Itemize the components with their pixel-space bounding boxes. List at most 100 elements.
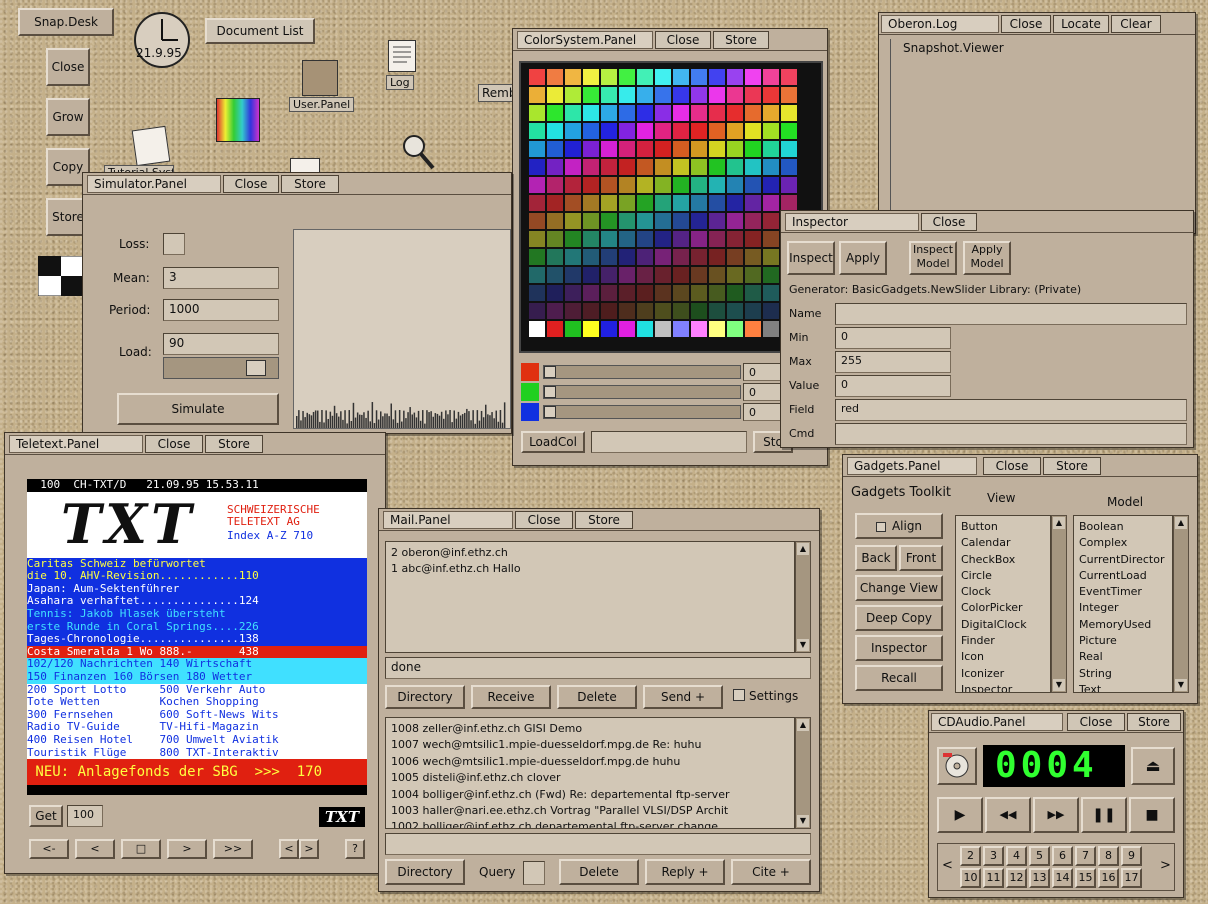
palette-color-cell[interactable] (619, 213, 635, 229)
palette-color-cell[interactable] (529, 87, 545, 103)
mail-cite-button[interactable]: Cite + (731, 859, 811, 885)
simulator-title[interactable]: Simulator.Panel (87, 175, 221, 193)
palette-color-cell[interactable] (565, 69, 581, 85)
mail-folder-item[interactable]: 2 oberon@inf.ethz.ch (391, 545, 789, 561)
palette-color-cell[interactable] (547, 285, 563, 301)
scroll-down-icon[interactable]: ▼ (1053, 679, 1065, 691)
snap-desk-button[interactable]: Snap.Desk (18, 8, 114, 36)
palette-color-cell[interactable] (763, 195, 779, 211)
scroll-up-icon[interactable]: ▲ (1175, 517, 1187, 529)
palette-color-cell[interactable] (655, 249, 671, 265)
mail-directory2-button[interactable]: Directory (385, 859, 465, 885)
palette-color-cell[interactable] (547, 303, 563, 319)
palette-color-cell[interactable] (583, 249, 599, 265)
palette-color-cell[interactable] (601, 231, 617, 247)
teletext-line[interactable]: Costa Smeralda 1 Wo 888.- 438 (27, 645, 367, 659)
palette-color-cell[interactable] (673, 87, 689, 103)
colorsystem-close-button[interactable]: Close (655, 31, 711, 49)
palette-color-cell[interactable] (727, 213, 743, 229)
cdaudio-close-button[interactable]: Close (1067, 713, 1125, 731)
palette-color-cell[interactable] (565, 321, 581, 337)
palette-color-cell[interactable] (745, 141, 761, 157)
cd-track-button[interactable]: 3 (983, 846, 1004, 866)
palette-color-cell[interactable] (529, 321, 545, 337)
palette-color-cell[interactable] (745, 123, 761, 139)
cd-track-prev[interactable]: < (942, 858, 953, 873)
mail-folder-list[interactable]: 2 oberon@inf.ethz.ch 1 abc@inf.ethz.ch H… (385, 541, 795, 653)
palette-color-cell[interactable] (691, 321, 707, 337)
palette-color-cell[interactable] (763, 105, 779, 121)
simulator-store-button[interactable]: Store (281, 175, 339, 193)
palette-color-cell[interactable] (781, 195, 797, 211)
blue-slider-thumb[interactable] (544, 406, 556, 418)
palette-color-cell[interactable] (727, 303, 743, 319)
palette-color-cell[interactable] (763, 87, 779, 103)
palette-color-cell[interactable] (673, 141, 689, 157)
palette-color-cell[interactable] (547, 249, 563, 265)
teletext-line[interactable]: 102/120 Nachrichten 140 Wirtschaft (27, 658, 367, 671)
palette-color-cell[interactable] (583, 267, 599, 283)
palette-color-cell[interactable] (601, 159, 617, 175)
palette-color-cell[interactable] (763, 213, 779, 229)
mail-message-item[interactable]: 1005 disteli@inf.ethz.ch clover (391, 770, 789, 786)
palette-color-cell[interactable] (637, 213, 653, 229)
user-panel-label[interactable]: User.Panel (289, 97, 355, 112)
cd-track-button[interactable]: 11 (983, 868, 1004, 888)
palette-color-cell[interactable] (637, 249, 653, 265)
palette-color-cell[interactable] (691, 87, 707, 103)
palette-color-cell[interactable] (565, 87, 581, 103)
cd-track-button[interactable]: 12 (1006, 868, 1027, 888)
gadgets-inspector-button[interactable]: Inspector (855, 635, 943, 661)
palette-color-cell[interactable] (565, 267, 581, 283)
palette-color-cell[interactable] (547, 321, 563, 337)
palette-color-cell[interactable] (637, 195, 653, 211)
cd-eject-button[interactable]: ⏏ (1131, 747, 1175, 785)
palette-color-cell[interactable] (601, 69, 617, 85)
palette-color-cell[interactable] (673, 267, 689, 283)
palette-color-cell[interactable] (601, 285, 617, 301)
palette-color-cell[interactable] (583, 231, 599, 247)
mail-reply-button[interactable]: Reply + (645, 859, 725, 885)
cd-track-button[interactable]: 8 (1098, 846, 1119, 866)
palette-color-cell[interactable] (691, 123, 707, 139)
red-slider[interactable] (543, 365, 741, 379)
scroll-up-icon[interactable]: ▲ (1053, 517, 1065, 529)
palette-color-cell[interactable] (673, 69, 689, 85)
palette-color-cell[interactable] (691, 285, 707, 301)
palette-color-cell[interactable] (691, 69, 707, 85)
palette-color-cell[interactable] (763, 159, 779, 175)
palette-color-cell[interactable] (565, 105, 581, 121)
teletext-last-button[interactable]: >> (213, 839, 253, 859)
palette-color-cell[interactable] (709, 87, 725, 103)
teletext-line[interactable]: Tages-Chronologie...............138 (27, 633, 367, 646)
teletext-line[interactable]: 150 Finanzen 160 Börsen 180 Wetter (27, 670, 367, 684)
palette-color-cell[interactable] (691, 213, 707, 229)
palette-color-cell[interactable] (691, 105, 707, 121)
palette-color-cell[interactable] (547, 69, 563, 85)
cd-track-button[interactable]: 15 (1075, 868, 1096, 888)
green-slider[interactable] (543, 385, 741, 399)
model-list-item[interactable]: MemoryUsed (1079, 617, 1167, 633)
teletext-next-button[interactable]: > (167, 839, 207, 859)
view-list-item[interactable]: DigitalClock (961, 617, 1045, 633)
palette-color-cell[interactable] (691, 231, 707, 247)
palette-color-cell[interactable] (565, 213, 581, 229)
palette-color-cell[interactable] (673, 249, 689, 265)
view-list-item[interactable]: Finder (961, 633, 1045, 649)
model-list-item[interactable]: String (1079, 666, 1167, 682)
scroll-down-icon[interactable]: ▼ (1175, 679, 1187, 691)
color-palette[interactable] (519, 61, 823, 353)
simulate-button[interactable]: Simulate (117, 393, 279, 425)
cd-track-button[interactable]: 16 (1098, 868, 1119, 888)
teletext-get-button[interactable]: Get (29, 805, 63, 827)
magnifier-icon[interactable] (400, 132, 436, 172)
model-list-item[interactable]: Real (1079, 649, 1167, 665)
teletext-line[interactable]: 200 Sport Lotto 500 Verkehr Auto (27, 683, 367, 697)
palette-color-cell[interactable] (529, 69, 545, 85)
inspector-close-button[interactable]: Close (921, 213, 977, 231)
palette-color-cell[interactable] (547, 159, 563, 175)
palette-color-cell[interactable] (601, 177, 617, 193)
palette-color-cell[interactable] (745, 105, 761, 121)
palette-color-cell[interactable] (565, 159, 581, 175)
palette-color-cell[interactable] (583, 141, 599, 157)
